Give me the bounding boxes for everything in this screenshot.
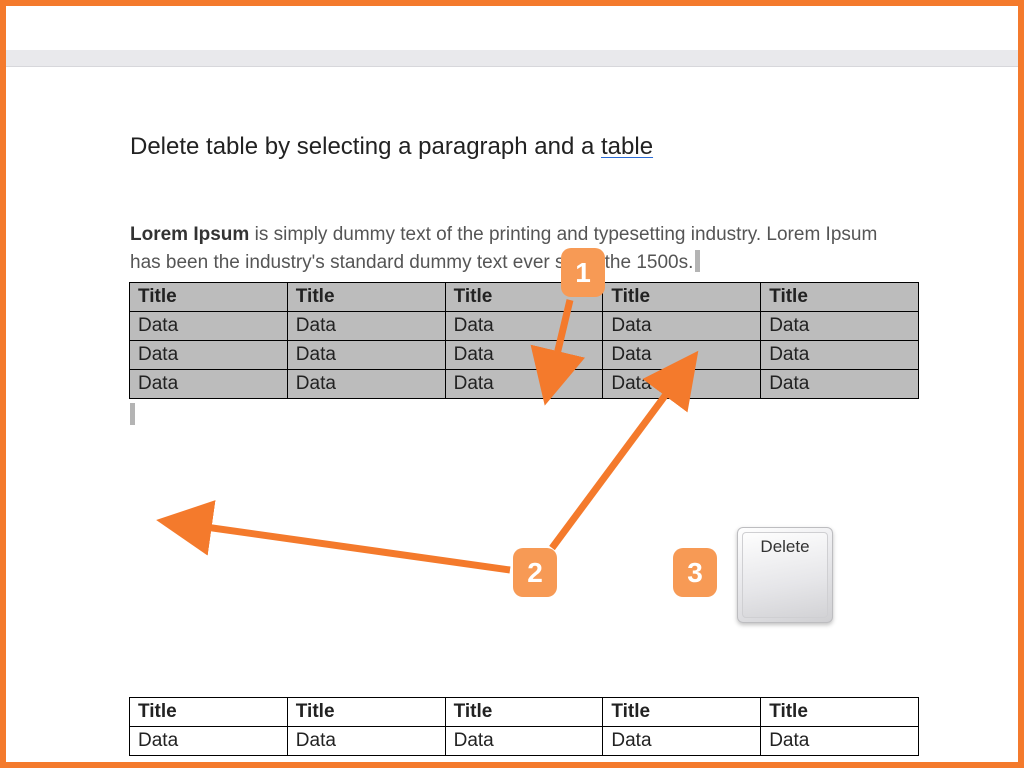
table-row: Data Data Data Data Data: [130, 341, 919, 370]
step-number: 1: [575, 257, 591, 289]
table-cell: Data: [445, 312, 603, 341]
table-cell: Data: [130, 312, 288, 341]
table-cell: Data: [445, 341, 603, 370]
delete-key: Delete: [737, 527, 833, 623]
table-cell: Data: [130, 727, 288, 756]
table-cell: Data: [287, 370, 445, 399]
table-cell: Data: [761, 341, 919, 370]
heading-underlined-word: table: [601, 133, 653, 160]
table-header: Title: [603, 698, 761, 727]
table-cell: Data: [287, 727, 445, 756]
table-cell: Data: [603, 341, 761, 370]
table-header: Title: [287, 698, 445, 727]
table-cell: Data: [130, 370, 288, 399]
text-cursor-icon: [130, 403, 135, 425]
table-cell: Data: [761, 312, 919, 341]
table-cell: Data: [603, 370, 761, 399]
step-badge-2: 2: [513, 548, 557, 597]
selection-end-marker: [130, 403, 900, 425]
step-number: 2: [527, 557, 543, 589]
table-cell: Data: [445, 370, 603, 399]
document-content: Delete table by selecting a paragraph an…: [130, 133, 900, 425]
table-row: Data Data Data Data Data: [130, 727, 919, 756]
body-paragraph: Lorem Ipsum is simply dummy text of the …: [130, 221, 900, 276]
paragraph-bold: Lorem Ipsum: [130, 224, 249, 245]
table-cell: Data: [603, 727, 761, 756]
second-table-region: Title Title Title Title Title Data Data …: [130, 697, 920, 756]
table-cell: Data: [130, 341, 288, 370]
selected-table[interactable]: Title Title Title Title Title Data Data …: [129, 282, 919, 399]
table-header: Title: [445, 698, 603, 727]
table-cell: Data: [445, 727, 603, 756]
step-badge-1: 1: [561, 248, 605, 297]
table-cell: Data: [287, 312, 445, 341]
table-header: Title: [130, 698, 288, 727]
table-row: Data Data Data Data Data: [130, 370, 919, 399]
table-header: Title: [130, 283, 288, 312]
table-cell: Data: [761, 370, 919, 399]
table-header: Title: [603, 283, 761, 312]
table-cell: Data: [603, 312, 761, 341]
table-row: Title Title Title Title Title: [130, 283, 919, 312]
step-number: 3: [687, 557, 703, 589]
table-row: Title Title Title Title Title: [130, 698, 919, 727]
table-cell: Data: [287, 341, 445, 370]
app-toolbar-strip: [6, 50, 1018, 67]
instruction-heading: Delete table by selecting a paragraph an…: [130, 133, 900, 161]
table-row: Data Data Data Data Data: [130, 312, 919, 341]
step-badge-3: 3: [673, 548, 717, 597]
text-cursor-icon: [695, 250, 700, 272]
plain-table[interactable]: Title Title Title Title Title Data Data …: [129, 697, 919, 756]
delete-key-label: Delete: [737, 537, 833, 557]
table-cell: Data: [761, 727, 919, 756]
heading-text: Delete table by selecting a paragraph an…: [130, 133, 601, 160]
table-header: Title: [287, 283, 445, 312]
table-header: Title: [761, 283, 919, 312]
table-header: Title: [761, 698, 919, 727]
